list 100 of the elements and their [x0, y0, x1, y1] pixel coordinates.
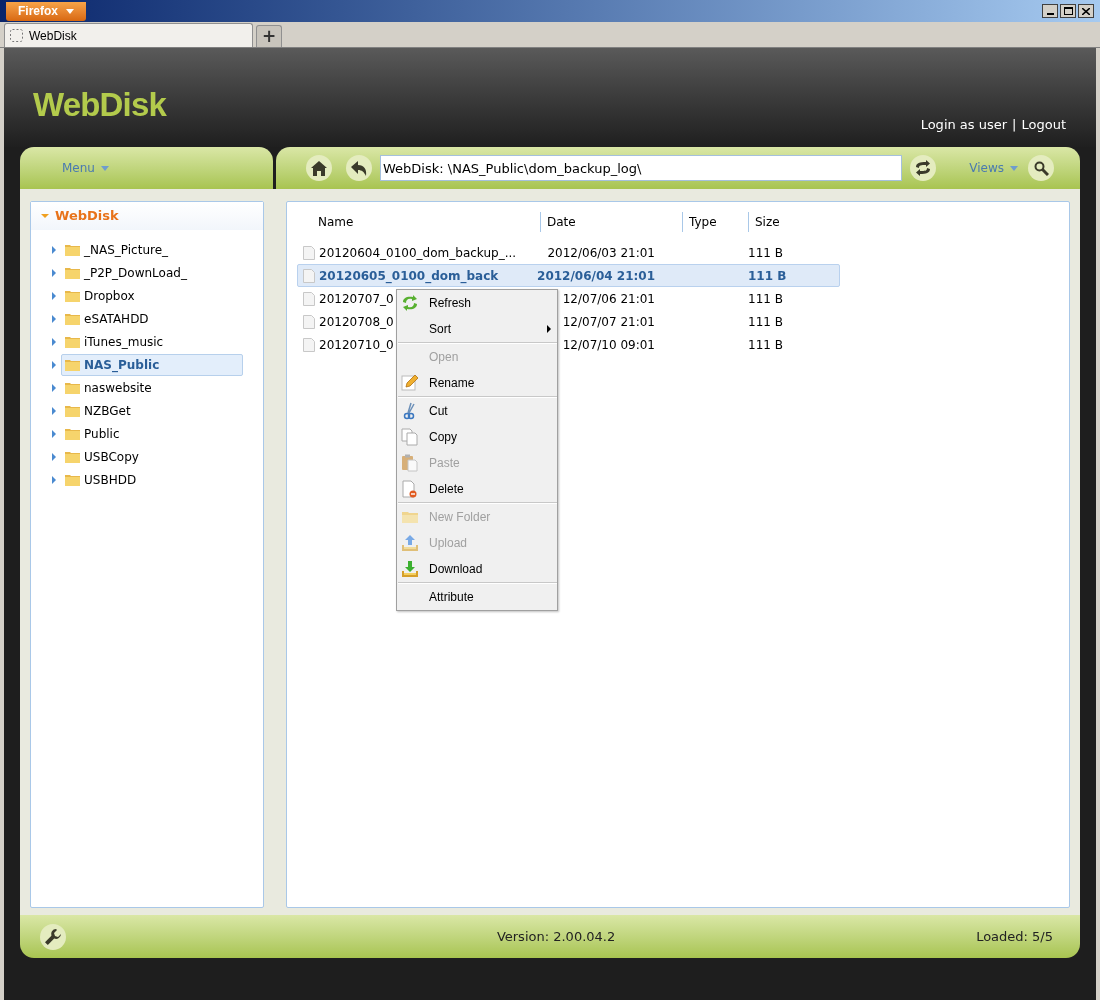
tree-item[interactable]: naswebsite [61, 376, 157, 399]
file-delete-icon [401, 480, 419, 498]
file-size: 111 B [748, 337, 783, 352]
file-size: 111 B [748, 291, 783, 306]
loaded-count: Loaded: 5/5 [976, 927, 1054, 946]
file-date: 12/07/06 21:01 [562, 291, 655, 306]
wrench-icon [45, 928, 61, 945]
file-icon [303, 291, 315, 306]
upload-icon [401, 534, 419, 552]
dropdown-caret-icon [66, 8, 74, 14]
file-row[interactable]: 20120605_0100_dom_back 2012/06/04 21:01 111 B [297, 264, 840, 287]
folder-icon [65, 427, 80, 440]
file-date: 2012/06/04 21:01 [537, 268, 655, 283]
folder-icon [65, 358, 80, 371]
home-button[interactable] [306, 155, 332, 181]
column-header[interactable]: Date [547, 213, 576, 231]
file-name: 20120710_0 [319, 336, 394, 354]
tree-item[interactable]: USBHDD [61, 468, 142, 491]
menu-item[interactable]: Download [397, 556, 557, 582]
login-link[interactable]: Login as user [920, 115, 1008, 135]
back-arrow-icon [351, 160, 367, 176]
settings-button[interactable] [40, 923, 66, 950]
expand-arrow-icon[interactable] [50, 360, 57, 369]
tree-item[interactable]: NZBGet [61, 399, 136, 422]
separator-text: | [1012, 116, 1017, 134]
folder-icon [65, 450, 80, 463]
expand-arrow-icon[interactable] [50, 406, 57, 415]
expand-arrow-icon[interactable] [50, 245, 57, 254]
folder-icon [65, 381, 80, 394]
menu-item[interactable]: Cut [397, 398, 557, 424]
tree-item[interactable]: _P2P_DownLoad_ [61, 261, 192, 284]
minimize-button[interactable] [1042, 4, 1058, 18]
file-icon [303, 337, 315, 352]
logout-link[interactable]: Logout [1021, 115, 1066, 135]
menu-item[interactable]: Attribute [397, 584, 557, 610]
expand-arrow-icon[interactable] [50, 337, 57, 346]
maximize-icon [1063, 7, 1073, 15]
refresh-icon [401, 294, 419, 312]
close-button[interactable] [1078, 4, 1094, 18]
folder-icon [65, 312, 80, 325]
menu-item[interactable]: Rename [397, 370, 557, 396]
tree-item[interactable]: iTunes_music [61, 330, 169, 353]
maximize-button[interactable] [1060, 4, 1076, 18]
expand-arrow-icon[interactable] [50, 268, 57, 277]
version-text: Version: 2.00.04.2 [496, 927, 616, 946]
expand-arrow-icon[interactable] [50, 429, 57, 438]
browser-tab[interactable]: WebDisk [4, 23, 253, 47]
menu-item[interactable]: Refresh [397, 290, 557, 316]
expand-arrow-icon[interactable] [50, 383, 57, 392]
folder-icon [65, 335, 80, 348]
file-name: 20120604_0100_dom_backup_... [319, 244, 517, 262]
folder-icon [65, 289, 80, 302]
file-size: 111 B [748, 314, 783, 329]
file-date: 12/07/10 09:01 [562, 337, 655, 352]
folder-icon [65, 404, 80, 417]
folder-icon [65, 243, 80, 256]
file-size: 111 B [748, 245, 783, 260]
expand-arrow-icon[interactable] [50, 291, 57, 300]
expand-arrow-icon[interactable] [50, 475, 57, 484]
file-size: 111 B [748, 268, 787, 283]
tree-item[interactable]: Public [61, 422, 125, 445]
path-field[interactable]: WebDisk: \NAS_Public\dom_backup_log\ [380, 155, 902, 181]
menu-item[interactable]: Copy [397, 424, 557, 450]
tree-item[interactable]: USBCopy [61, 445, 144, 468]
file-date: 12/07/07 21:01 [562, 314, 655, 329]
column-header[interactable]: Size [755, 213, 780, 231]
folder-icon [65, 266, 80, 279]
expand-arrow-icon[interactable] [50, 314, 57, 323]
file-name: 20120708_0 [319, 313, 394, 331]
expand-arrow-icon[interactable] [41, 212, 49, 220]
logo: WebDisk [33, 85, 166, 125]
home-icon [311, 160, 327, 176]
file-icon [303, 314, 315, 329]
tree-item[interactable]: _NAS_Picture_ [61, 238, 174, 261]
refresh-icon [914, 160, 932, 176]
file-date: 2012/06/03 21:01 [547, 245, 655, 260]
new-tab-button[interactable]: + [256, 25, 282, 47]
tree-item[interactable]: eSATAHDD [61, 307, 154, 330]
file-name: 20120707_0 [319, 290, 394, 308]
pencil-icon [401, 374, 419, 392]
download-icon [401, 560, 419, 578]
minimize-icon [1046, 13, 1054, 15]
file-icon [303, 268, 315, 283]
clipboard-icon [401, 454, 419, 472]
back-button[interactable] [346, 155, 372, 181]
folder-icon [65, 473, 80, 486]
close-icon [1082, 7, 1090, 15]
expand-arrow-icon[interactable] [50, 452, 57, 461]
column-header[interactable]: Name [318, 213, 354, 231]
file-icon [303, 245, 315, 260]
tree-item[interactable]: NAS_Public [61, 353, 243, 376]
menu-item[interactable]: Sort [397, 316, 557, 342]
search-button[interactable] [1028, 155, 1054, 181]
submenu-arrow-icon [547, 325, 551, 333]
dropdown-caret-icon [1010, 165, 1018, 171]
menu-item[interactable]: Delete [397, 476, 557, 502]
refresh-button[interactable] [910, 155, 936, 181]
column-header[interactable]: Type [689, 213, 717, 231]
tree-item[interactable]: Dropbox [61, 284, 140, 307]
blank-page-icon [10, 29, 23, 42]
